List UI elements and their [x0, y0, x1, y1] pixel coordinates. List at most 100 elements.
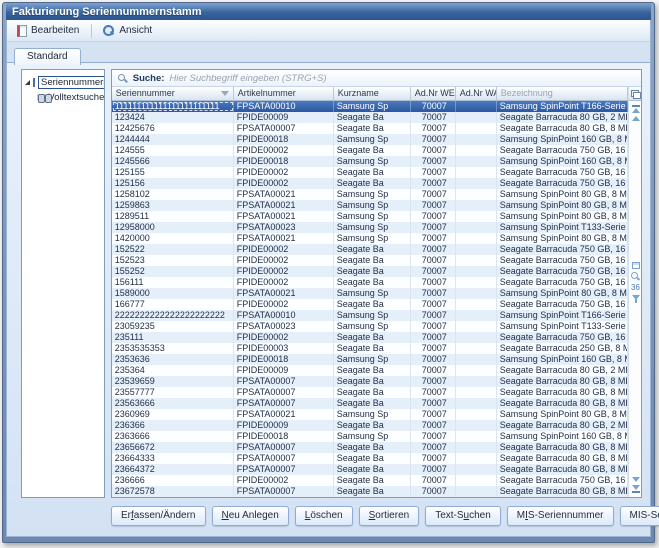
table-row[interactable]: 1245566FPIDE00018Samsung Sp70007Samsung … [112, 156, 628, 167]
table-row[interactable]: 123424FPIDE00009Seagate Ba70007Seagate B… [112, 112, 628, 123]
table-row[interactable]: 23557777FPSATA00007Seagate Ba70007Seagat… [112, 387, 628, 398]
table-row[interactable]: 1244444FPIDE00018Samsung Sp70007Samsung … [112, 134, 628, 145]
cell-seriennummer: 236366 [112, 420, 234, 431]
cell-adnr-we: 70007 [411, 101, 456, 112]
cell-adnr-wa [456, 354, 497, 365]
cell-adnr-wa [456, 343, 497, 354]
table-row[interactable]: 23539659FPSATA00007Seagate Ba70007Seagat… [112, 376, 628, 387]
table-row[interactable]: 152522FPIDE00002Seagate Ba70007Seagate B… [112, 244, 628, 255]
table-row[interactable]: 2360969FPSATA00021Samsung Sp70007Samsung… [112, 409, 628, 420]
cell-artikelnummer: FPSATA00010 [234, 101, 334, 112]
cell-seriennummer: 155252 [112, 266, 234, 277]
table-row[interactable]: 156111FPIDE00002Seagate Ba70007Seagate B… [112, 277, 628, 288]
filter-funnel-icon[interactable] [632, 295, 640, 300]
cell-adnr-we: 70007 [411, 189, 456, 200]
action-button[interactable]: Text-Suchen [425, 506, 501, 526]
table-row[interactable]: 125155FPIDE00002Seagate Ba70007Seagate B… [112, 167, 628, 178]
table-row[interactable]: 1589000FPSATA00021Samsung Sp70007Samsung… [112, 288, 628, 299]
column-header-artikelnummer[interactable]: Artikelnummer [234, 87, 334, 100]
table-row[interactable]: 23664333FPSATA00007Seagate Ba70007Seagat… [112, 453, 628, 464]
column-header-kurzname[interactable]: Kurzname [334, 87, 411, 100]
cell-adnr-we: 70007 [411, 222, 456, 233]
table-row[interactable]: 236366FPIDE00009Seagate Ba70007Seagate B… [112, 420, 628, 431]
table-row[interactable]: 1420000FPSATA00021Samsung Sp70007Samsung… [112, 233, 628, 244]
action-button[interactable]: Sortieren [359, 506, 420, 526]
action-button[interactable]: MIS-Seriennummer [507, 506, 614, 526]
table-row[interactable]: 152523FPIDE00002Seagate Ba70007Seagate B… [112, 255, 628, 266]
tree-item-volltextsuche[interactable]: ▷ Volltextsuche [25, 90, 102, 105]
cell-bezeichnung: Samsung SpinPoint T133-Serie 400 GB, 72 [497, 321, 628, 332]
search-input[interactable]: Hier Suchbegriff eingeben (STRG+S) [169, 73, 326, 84]
table-row[interactable]: 2353535353FPIDE00003Seagate Ba70007Seaga… [112, 343, 628, 354]
cell-artikelnummer: FPSATA00021 [234, 409, 334, 420]
cell-adnr-we: 70007 [411, 266, 456, 277]
table-row[interactable]: 2363666FPIDE00018Samsung Sp70007Samsung … [112, 431, 628, 442]
toolbar-button-bearbeiten[interactable]: Bearbeiten [12, 22, 86, 40]
column-chooser-icon[interactable] [631, 90, 639, 97]
column-header-bezeichnung[interactable]: Bezeichnung [497, 87, 628, 100]
cell-adnr-we: 70007 [411, 398, 456, 409]
action-button[interactable]: MIS-Seriennummernbewegungen [620, 506, 659, 526]
cell-bezeichnung: Samsung SpinPoint 160 GB, 8 MB, 7200 [497, 134, 628, 145]
grid-scroll-strip[interactable]: 36 [628, 87, 641, 497]
cell-seriennummer: 23672578 [112, 486, 234, 497]
grid-search-bar[interactable]: Suche: Hier Suchbegriff eingeben (STRG+S… [112, 70, 641, 87]
column-header-adnr-wa[interactable]: Ad.Nr WA [456, 87, 497, 100]
cell-adnr-wa [456, 178, 497, 189]
toolbar-button-label: Ansicht [119, 25, 152, 36]
action-button[interactable]: Neu Anlegen [212, 506, 289, 526]
cell-kurzname: Seagate Ba [334, 167, 411, 178]
table-row[interactable]: 166777FPIDE00002Seagate Ba70007Seagate B… [112, 299, 628, 310]
cell-adnr-wa [456, 321, 497, 332]
grid-tool-icon[interactable] [632, 262, 640, 269]
table-row[interactable]: 23563666FPSATA00007Seagate Ba70007Seagat… [112, 398, 628, 409]
table-row[interactable]: 23672578FPSATA00007Seagate Ba70007Seagat… [112, 486, 628, 497]
sort-descending-icon[interactable] [221, 91, 229, 96]
table-row[interactable]: 2222222222222222222222FPSATA00010Samsung… [112, 310, 628, 321]
cell-artikelnummer: FPSATA00021 [234, 288, 334, 299]
cell-artikelnummer: FPIDE00018 [234, 134, 334, 145]
table-row[interactable]: 1259863FPSATA00021Samsung Sp70007Samsung… [112, 200, 628, 211]
toolbar-button-ansicht[interactable]: Ansicht [97, 21, 159, 40]
tab-standard[interactable]: Standard [14, 48, 81, 65]
table-row[interactable]: 23059235FPSATA00023Samsung Sp70007Samsun… [112, 321, 628, 332]
scroll-up-icon[interactable] [632, 116, 640, 121]
cell-bezeichnung: Seagate Barracuda 750 GB, 16 MB, 7200 [497, 475, 628, 486]
table-row[interactable]: 124555FPIDE00002Seagate Ba70007Seagate B… [112, 145, 628, 156]
table-row[interactable]: 12425676FPSATA00007Seagate Ba70007Seagat… [112, 123, 628, 134]
tree-expanded-icon[interactable] [25, 80, 30, 85]
cell-bezeichnung: Seagate Barracuda 750 GB, 16 MB, 7200 [497, 145, 628, 156]
table-row[interactable]: 23664372FPSATA00007Seagate Ba70007Seagat… [112, 464, 628, 475]
row-search-icon[interactable] [631, 272, 640, 281]
cell-seriennummer: 2222222222222222222222 [112, 310, 234, 321]
scroll-to-top-icon[interactable] [632, 105, 640, 113]
scroll-down-icon[interactable] [632, 477, 640, 482]
column-header-adnr-we[interactable]: Ad.Nr WE [411, 87, 456, 100]
table-row[interactable]: 12958000FPSATA00023Samsung Sp70007Samsun… [112, 222, 628, 233]
cell-adnr-we: 70007 [411, 409, 456, 420]
window-title-bar[interactable]: Fakturierung Seriennummernstamm [6, 3, 651, 20]
cell-seriennummer: 236666 [112, 475, 234, 486]
table-row[interactable]: 2353636FPIDE00018Samsung Sp70007Samsung … [112, 354, 628, 365]
action-button[interactable]: Erfassen/Ändern [111, 506, 206, 526]
cell-bezeichnung: Samsung SpinPoint 160 GB, 8 MB, 7200 [497, 431, 628, 442]
scroll-to-bottom-icon[interactable] [632, 485, 640, 493]
tree-item-seriennummernauswahl[interactable]: Seriennummernauswahl [25, 75, 102, 90]
cell-bezeichnung: Samsung SpinPoint 80 GB, 8 MB, 7200, S-A [497, 288, 628, 299]
table-row[interactable]: 125156FPIDE00002Seagate Ba70007Seagate B… [112, 178, 628, 189]
table-row[interactable]: 1258102FPSATA00021Samsung Sp70007Samsung… [112, 189, 628, 200]
column-header-seriennummer[interactable]: Seriennummer [112, 87, 234, 100]
cell-adnr-wa [456, 244, 497, 255]
action-button[interactable]: Löschen [295, 506, 353, 526]
table-row[interactable]: 235111FPIDE00002Seagate Ba70007Seagate B… [112, 332, 628, 343]
navigation-tree: Seriennummernauswahl ▷ Volltextsuche [21, 69, 105, 498]
table-row[interactable]: 111111111111111111111111FPSATA00010Samsu… [112, 101, 628, 112]
table-row[interactable]: 1289511FPSATA00021Samsung Sp70007Samsung… [112, 211, 628, 222]
table-row[interactable]: 236666FPIDE00002Seagate Ba70007Seagate B… [112, 475, 628, 486]
table-row[interactable]: 23656672FPSATA00007Seagate Ba70007Seagat… [112, 442, 628, 453]
table-row[interactable]: 155252FPIDE00002Seagate Ba70007Seagate B… [112, 266, 628, 277]
table-row[interactable]: 235364FPIDE00009Seagate Ba70007Seagate B… [112, 365, 628, 376]
cell-artikelnummer: FPIDE00018 [234, 354, 334, 365]
cell-artikelnummer: FPSATA00023 [234, 321, 334, 332]
cell-bezeichnung: Seagate Barracuda 80 GB, 2 MB, 7200 [497, 112, 628, 123]
